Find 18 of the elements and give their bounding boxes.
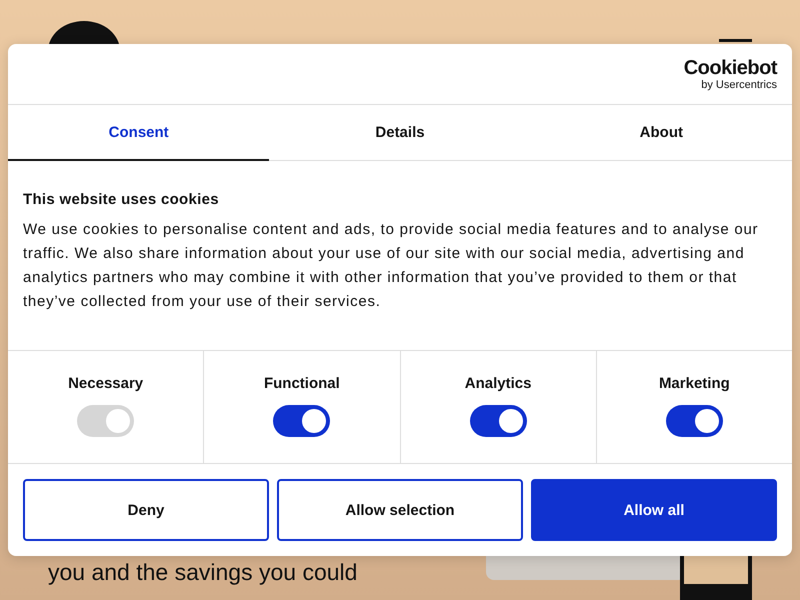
category-label: Marketing [658, 375, 730, 392]
headline-text: you and the savings you could [48, 558, 358, 586]
toggle-switch[interactable] [273, 405, 330, 437]
dialog-heading: This website uses cookies [23, 191, 220, 208]
tab[interactable]: Details [269, 105, 531, 161]
allow-all-button[interactable]: Allow all [531, 479, 777, 541]
category-label: Analytics [464, 375, 532, 392]
toggle-switch[interactable] [470, 405, 527, 437]
category-label: Necessary [68, 375, 144, 392]
consent-button[interactable]: Allow selection [277, 479, 523, 541]
consent-button[interactable]: Deny [23, 479, 269, 541]
toggle-switch[interactable] [666, 405, 723, 437]
tab[interactable]: About [530, 105, 792, 161]
category-label: Functional [264, 375, 340, 392]
brand-logo: Cookiebot [684, 57, 777, 79]
tab[interactable]: Consent [8, 105, 270, 161]
brand-byline: by Usercentrics [701, 79, 777, 91]
dialog-text: We use cookies to personalise content and ads, to provide social media features and to analyse our traffic. We also share information about your use of our site with our social media, advertising and analytics partners who may combine it with other information that you’ve provided to them or that they’ve collected from your use of their services. [23, 220, 760, 312]
